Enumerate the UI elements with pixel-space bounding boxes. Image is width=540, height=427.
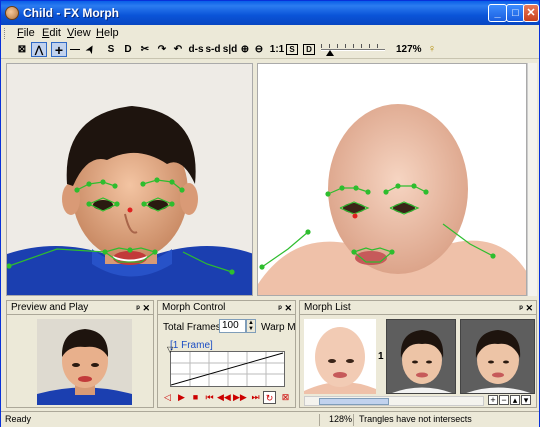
morph-thumbnail[interactable] (386, 319, 456, 394)
preview-panel-header: Preview and Play ᵖ ✕ (7, 301, 153, 315)
title-bar[interactable]: Child - FX Morph _ □ ✕ (1, 1, 539, 25)
source-image-pane[interactable] (6, 63, 253, 296)
remove-icon[interactable]: − (499, 395, 509, 405)
close-icon[interactable]: ✕ (142, 303, 150, 313)
go-start-icon[interactable]: ⏮ (203, 391, 216, 404)
status-separator (319, 414, 320, 426)
undo-icon[interactable]: ↶ (171, 42, 185, 57)
status-message: Trangles have not intersects (359, 414, 472, 424)
clear-icon[interactable]: ⊠ (279, 391, 292, 404)
minimize-button[interactable]: _ (488, 4, 507, 22)
destination-image[interactable] (258, 64, 527, 296)
forward-icon[interactable]: ▶▶ (233, 391, 247, 404)
close-icon[interactable]: ✕ (284, 303, 292, 313)
stop-icon[interactable]: ■ (189, 391, 202, 404)
status-separator (353, 414, 354, 426)
menu-grip (4, 28, 7, 39)
zoom-out-icon[interactable]: ⊖ (253, 42, 265, 57)
destination-image-pane[interactable] (257, 63, 527, 296)
status-bar: Ready 128% Trangles have not intersects (1, 411, 539, 427)
line-tool-icon[interactable]: — (69, 42, 81, 57)
fit-s-button[interactable]: S (286, 44, 298, 55)
s-slash-d-button[interactable]: s|d (222, 42, 238, 57)
lines-tool-icon[interactable]: ⋀ (31, 42, 47, 57)
preview-image (37, 319, 132, 405)
pin-icon[interactable]: ᵖ (278, 303, 282, 313)
morph-list-buttons: + − ▴ ▾ (488, 395, 532, 405)
select-box-tool-icon[interactable]: ⊠ (15, 42, 29, 57)
morph-curve-graph[interactable] (170, 351, 285, 387)
close-icon[interactable]: ✕ (525, 303, 533, 313)
loop-icon[interactable]: ↻ (263, 391, 276, 404)
total-frames-input[interactable]: 100 (219, 319, 246, 333)
panel-title: Preview and Play (11, 302, 89, 313)
source-image[interactable] (7, 64, 253, 296)
zoom-label: 127% (396, 44, 422, 55)
pin-icon[interactable]: ᵖ (136, 303, 140, 313)
frame-label: [1 Frame] (170, 340, 213, 351)
app-window: Child - FX Morph _ □ ✕ File Edit View He… (0, 0, 540, 427)
morph-list-header: Morph List ᵖ ✕ (300, 301, 536, 315)
window-title: Child - FX Morph (23, 6, 119, 20)
frame-marker-icon[interactable]: ▽ (167, 345, 173, 354)
go-end-icon[interactable]: ⏭ (249, 391, 262, 404)
thumbnail-number: 1 (378, 351, 384, 362)
arrow-tool-icon[interactable]: ➤ (82, 41, 101, 59)
d-s-button[interactable]: d-s (188, 42, 204, 57)
app-icon (5, 6, 19, 20)
rewind-icon[interactable]: ◀◀ (217, 391, 231, 404)
panel-title: Morph Control (162, 302, 226, 313)
menu-edit[interactable]: Edit (42, 27, 61, 39)
status-text: Ready (5, 414, 32, 424)
scroll-thumb[interactable] (319, 398, 389, 405)
morph-control-header: Morph Control ᵖ ✕ (158, 301, 295, 315)
zoom-slider-thumb[interactable] (326, 50, 334, 56)
move-up-icon[interactable]: ▴ (510, 395, 520, 405)
point-add-tool-icon[interactable]: + (51, 42, 67, 58)
total-frames-label: Total Frames (163, 322, 221, 333)
vertical-scrollbar[interactable] (527, 63, 537, 296)
move-down-icon[interactable]: ▾ (521, 395, 531, 405)
lightbulb-icon[interactable]: ♀ (427, 42, 437, 57)
cut-icon[interactable]: ✂ (139, 42, 151, 57)
menu-view[interactable]: View (67, 27, 91, 39)
playback-controls: ◁ ▶ ■ ⏮ ◀◀ ▶▶ ⏭ ↻ ⊠ (161, 391, 293, 405)
close-button[interactable]: ✕ (523, 4, 539, 22)
morph-control-panel: Morph Control ᵖ ✕ Total Frames 100 ▲ ▼ Wa… (157, 300, 296, 408)
redo-icon[interactable]: ↷ (155, 42, 169, 57)
first-frame-icon[interactable]: ◁ (161, 391, 174, 404)
zoom-1to1-button[interactable]: 1:1 (269, 42, 285, 57)
warp-mode-label: Warp M (261, 322, 295, 333)
morph-list-panel: Morph List ᵖ ✕ 1 + − ▴ ▾ (299, 300, 537, 408)
s-d-button[interactable]: s-d (205, 42, 221, 57)
pin-icon[interactable]: ᵖ (519, 303, 523, 313)
preview-panel: Preview and Play ᵖ ✕ (6, 300, 154, 408)
zoom-slider-ticks (321, 44, 385, 48)
source-tool-button[interactable]: S (106, 42, 116, 57)
destination-tool-button[interactable]: D (123, 42, 133, 57)
zoom-in-icon[interactable]: ⊕ (239, 42, 251, 57)
menu-bar: File Edit View Help (1, 25, 539, 41)
fit-d-button[interactable]: D (303, 44, 315, 55)
toolbar: ⊠ ⋀ + — ➤ S D ✂ ↷ ↶ d-s s-d s|d ⊕ ⊖ 1:1 … (1, 41, 539, 59)
frames-spinner[interactable]: ▲ ▼ (246, 319, 256, 333)
horizontal-scrollbar[interactable] (304, 396, 484, 406)
morph-thumbnail[interactable] (304, 319, 376, 394)
status-zoom: 128% (329, 414, 353, 424)
morph-thumbnail[interactable] (460, 319, 535, 394)
panel-title: Morph List (304, 302, 351, 313)
menu-help[interactable]: Help (96, 27, 119, 39)
add-icon[interactable]: + (488, 395, 498, 405)
menu-file[interactable]: File (17, 27, 35, 39)
play-icon[interactable]: ▶ (175, 391, 188, 404)
